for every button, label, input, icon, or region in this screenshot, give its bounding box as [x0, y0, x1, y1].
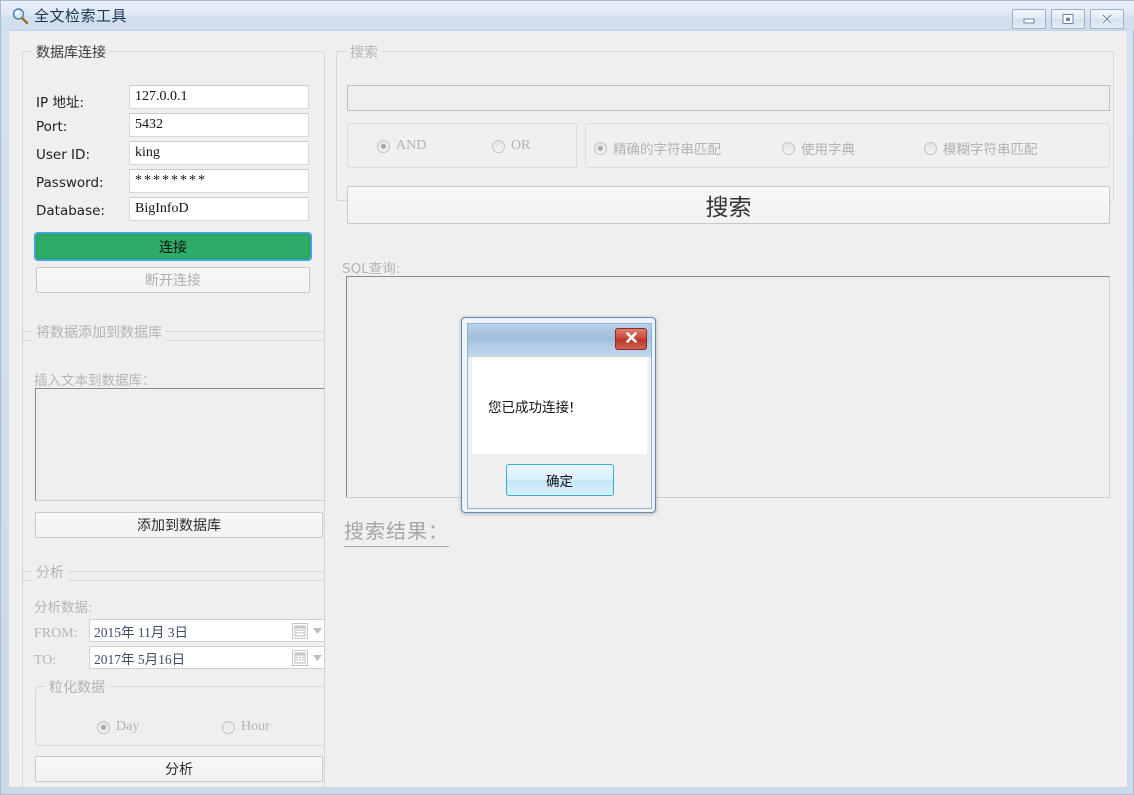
add-data-group-label: 将数据添加到数据库 — [32, 322, 166, 342]
granularity-hour-label: Hour — [241, 719, 270, 734]
from-label: FROM: — [34, 626, 78, 641]
to-label: TO: — [34, 653, 57, 668]
ip-address-label: IP 地址: — [36, 95, 84, 111]
radio-icon — [782, 141, 795, 155]
search-results-label: 搜索结果： — [344, 515, 449, 547]
search-match-dictionary-label: 使用字典 — [801, 142, 855, 158]
restore-icon — [1061, 13, 1075, 25]
search-logic-or[interactable]: OR — [492, 138, 530, 154]
search-group-label: 搜索 — [346, 42, 382, 62]
search-button[interactable]: 搜索 — [347, 186, 1110, 224]
title-bar: 全文检索工具 — [1, 1, 1134, 30]
search-match-fuzzy-label: 模糊字符串匹配 — [943, 142, 1038, 158]
dialog-title-bar — [468, 324, 651, 357]
password-input[interactable]: ******** — [129, 169, 309, 193]
dialog-ok-button[interactable]: 确定 — [505, 464, 614, 496]
search-match-dictionary[interactable]: 使用字典 — [782, 138, 855, 158]
maximize-button[interactable] — [1051, 9, 1085, 29]
search-match-fuzzy[interactable]: 模糊字符串匹配 — [924, 138, 1038, 158]
radio-icon — [594, 141, 607, 155]
from-date-value: 2015年 11月 3日 — [94, 624, 188, 640]
radio-icon — [97, 720, 110, 734]
port-input[interactable]: 5432 — [129, 113, 309, 137]
dialog-close-button[interactable] — [615, 328, 647, 350]
search-input[interactable] — [347, 85, 1110, 111]
close-icon — [625, 331, 638, 347]
to-date-value: 2017年 5月16日 — [94, 651, 186, 667]
search-match-exact[interactable]: 精确的字符串匹配 — [594, 138, 721, 158]
granularity-day-label: Day — [116, 719, 140, 734]
dialog-message: 您已成功连接! — [488, 399, 575, 416]
granularity-radio-day[interactable]: Day — [97, 719, 139, 735]
dialog-footer: 确定 — [472, 454, 647, 506]
radio-icon — [924, 141, 937, 155]
disconnect-button[interactable]: 断开连接 — [36, 267, 310, 293]
radio-icon — [492, 139, 505, 153]
chevron-down-icon[interactable] — [310, 654, 324, 661]
add-to-database-button[interactable]: 添加到数据库 — [35, 512, 323, 538]
dialog-body: 您已成功连接! — [472, 357, 647, 454]
insert-text-label: 插入文本到数据库： — [34, 373, 156, 389]
sql-query-label: SQL查询: — [342, 261, 401, 277]
granularity-group-label: 粒化数据 — [45, 677, 109, 697]
ip-address-input[interactable]: 127.0.0.1 — [129, 85, 309, 109]
granularity-radio-hour[interactable]: Hour — [222, 719, 270, 735]
insert-text-textarea[interactable] — [35, 388, 325, 501]
analysis-group-label: 分析 — [32, 562, 68, 582]
radio-icon — [222, 720, 235, 734]
user-id-label: User ID: — [36, 147, 90, 163]
close-button[interactable] — [1090, 9, 1124, 29]
close-icon — [1100, 13, 1114, 25]
database-label: Database: — [36, 203, 105, 219]
dialog-inner: 您已成功连接! 确定 — [467, 323, 652, 509]
chevron-down-icon[interactable] — [310, 627, 324, 634]
calendar-icon — [292, 622, 308, 639]
connect-button[interactable]: 连接 — [34, 232, 312, 261]
search-logic-and-label: AND — [396, 138, 427, 153]
magnifier-icon — [11, 7, 29, 25]
user-id-input[interactable]: king — [129, 141, 309, 165]
minimize-icon — [1022, 14, 1036, 24]
calendar-icon — [292, 649, 308, 666]
application-window: 全文检索工具 数据库连接 IP 地址: 127.0.0.1 Port: 5432… — [0, 0, 1134, 795]
client-area: 数据库连接 IP 地址: 127.0.0.1 Port: 5432 User I… — [9, 30, 1127, 788]
window-title: 全文检索工具 — [34, 7, 128, 25]
analysis-data-label: 分析数据: — [34, 600, 93, 616]
search-match-exact-label: 精确的字符串匹配 — [613, 142, 721, 158]
db-connection-group-label: 数据库连接 — [32, 42, 110, 62]
from-date-picker[interactable]: 2015年 11月 3日 — [89, 619, 325, 642]
search-logic-or-label: OR — [511, 138, 531, 153]
port-label: Port: — [36, 119, 68, 135]
search-logic-and[interactable]: AND — [377, 138, 426, 154]
analyze-button[interactable]: 分析 — [35, 756, 323, 782]
minimize-button[interactable] — [1012, 9, 1046, 29]
database-input[interactable]: BigInfoD — [129, 197, 309, 221]
radio-icon — [377, 139, 390, 153]
granularity-group: 粒化数据 — [35, 677, 325, 746]
password-label: Password: — [36, 175, 104, 191]
connection-success-dialog: 您已成功连接! 确定 — [461, 317, 656, 513]
to-date-picker[interactable]: 2017年 5月16日 — [89, 646, 325, 669]
